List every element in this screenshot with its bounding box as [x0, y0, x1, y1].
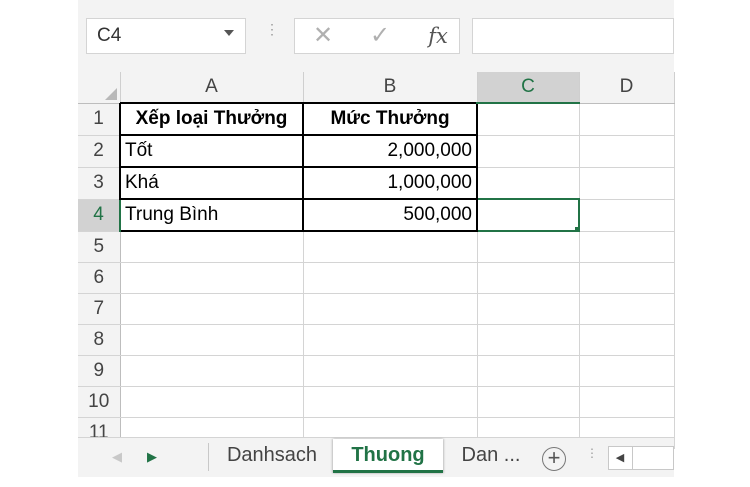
cell-a7[interactable] [120, 293, 304, 325]
drag-handle-icon[interactable]: ⋮ [265, 22, 279, 46]
cell-a1[interactable]: Xếp loại Thưởng [119, 102, 304, 136]
cell-d6[interactable] [579, 262, 675, 294]
cell-c5[interactable] [477, 231, 580, 263]
cell-b3[interactable]: 1,000,000 [302, 166, 478, 200]
cell-c1[interactable] [476, 103, 580, 136]
row-header-6[interactable]: 6 [78, 262, 121, 294]
cell-c8[interactable] [477, 324, 580, 356]
cell-d1[interactable] [579, 103, 675, 136]
cell-a3[interactable]: Khá [119, 166, 304, 200]
tab-split-handle-icon[interactable]: ⋮ [586, 447, 598, 468]
chevron-down-icon[interactable] [224, 30, 234, 36]
row-header-10[interactable]: 10 [78, 386, 121, 418]
cell-a5[interactable] [120, 231, 304, 263]
cell-c9[interactable] [477, 355, 580, 387]
row-header-2[interactable]: 2 [78, 135, 121, 168]
enter-icon[interactable]: ✓ [368, 24, 392, 48]
cell-c2[interactable] [476, 135, 580, 168]
sheet-tab-thuong[interactable]: Thuong [333, 439, 443, 473]
cell-a6[interactable] [120, 262, 304, 294]
next-sheet-icon[interactable]: ▶ [145, 448, 159, 466]
cell-b1[interactable]: Mức Thưởng [302, 102, 478, 136]
sheet-tab-dan[interactable]: Dan ... [450, 439, 532, 473]
cell-d7[interactable] [579, 293, 675, 325]
row-header-7[interactable]: 7 [78, 293, 121, 325]
cell-c4[interactable] [476, 198, 580, 232]
row-header-9[interactable]: 9 [78, 355, 121, 387]
cell-c10[interactable] [477, 386, 580, 418]
sheet-tab-danhsach[interactable]: Danhsach [214, 439, 330, 473]
cell-b4[interactable]: 500,000 [302, 198, 478, 232]
add-sheet-icon[interactable]: + [542, 447, 566, 471]
scrollbar-divider [632, 447, 633, 469]
scroll-left-icon[interactable]: ◀ [613, 448, 627, 468]
cell-b10[interactable] [303, 386, 478, 418]
cell-d8[interactable] [579, 324, 675, 356]
cell-d10[interactable] [579, 386, 675, 418]
name-box[interactable]: C4 [86, 18, 246, 54]
cell-d5[interactable] [579, 231, 675, 263]
cell-b8[interactable] [303, 324, 478, 356]
cell-b9[interactable] [303, 355, 478, 387]
column-header-c[interactable]: C [477, 72, 580, 104]
previous-sheet-icon[interactable]: ◀ [110, 448, 124, 466]
cell-a2[interactable]: Tốt [119, 134, 304, 168]
cell-d9[interactable] [579, 355, 675, 387]
cancel-icon[interactable]: ✕ [312, 24, 334, 48]
cell-a8[interactable] [120, 324, 304, 356]
column-header-d[interactable]: D [579, 72, 675, 104]
cell-a10[interactable] [120, 386, 304, 418]
select-all-button[interactable] [78, 72, 121, 104]
cell-a9[interactable] [120, 355, 304, 387]
row-header-3[interactable]: 3 [78, 167, 121, 200]
insert-function-icon[interactable]: fx [424, 22, 452, 50]
cell-d3[interactable] [579, 167, 675, 200]
cell-b6[interactable] [303, 262, 478, 294]
cell-b7[interactable] [303, 293, 478, 325]
tab-divider [208, 443, 209, 471]
column-header-a[interactable]: A [120, 72, 304, 104]
row-header-8[interactable]: 8 [78, 324, 121, 356]
row-header-1[interactable]: 1 [78, 103, 121, 136]
column-header-b[interactable]: B [303, 72, 478, 104]
cell-b5[interactable] [303, 231, 478, 263]
cell-c3[interactable] [476, 167, 580, 200]
cell-c6[interactable] [477, 262, 580, 294]
worksheet-grid: A B C D 1 Xếp loại Thưởng Mức Thưởng 2 T… [78, 72, 675, 449]
cell-d4[interactable] [579, 199, 675, 232]
row-header-5[interactable]: 5 [78, 231, 121, 263]
formula-input[interactable] [472, 18, 674, 54]
row-header-4[interactable]: 4 [78, 199, 121, 232]
cell-b2[interactable]: 2,000,000 [302, 134, 478, 168]
cell-a4[interactable]: Trung Bình [119, 198, 304, 232]
cell-c7[interactable] [477, 293, 580, 325]
cell-d2[interactable] [579, 135, 675, 168]
